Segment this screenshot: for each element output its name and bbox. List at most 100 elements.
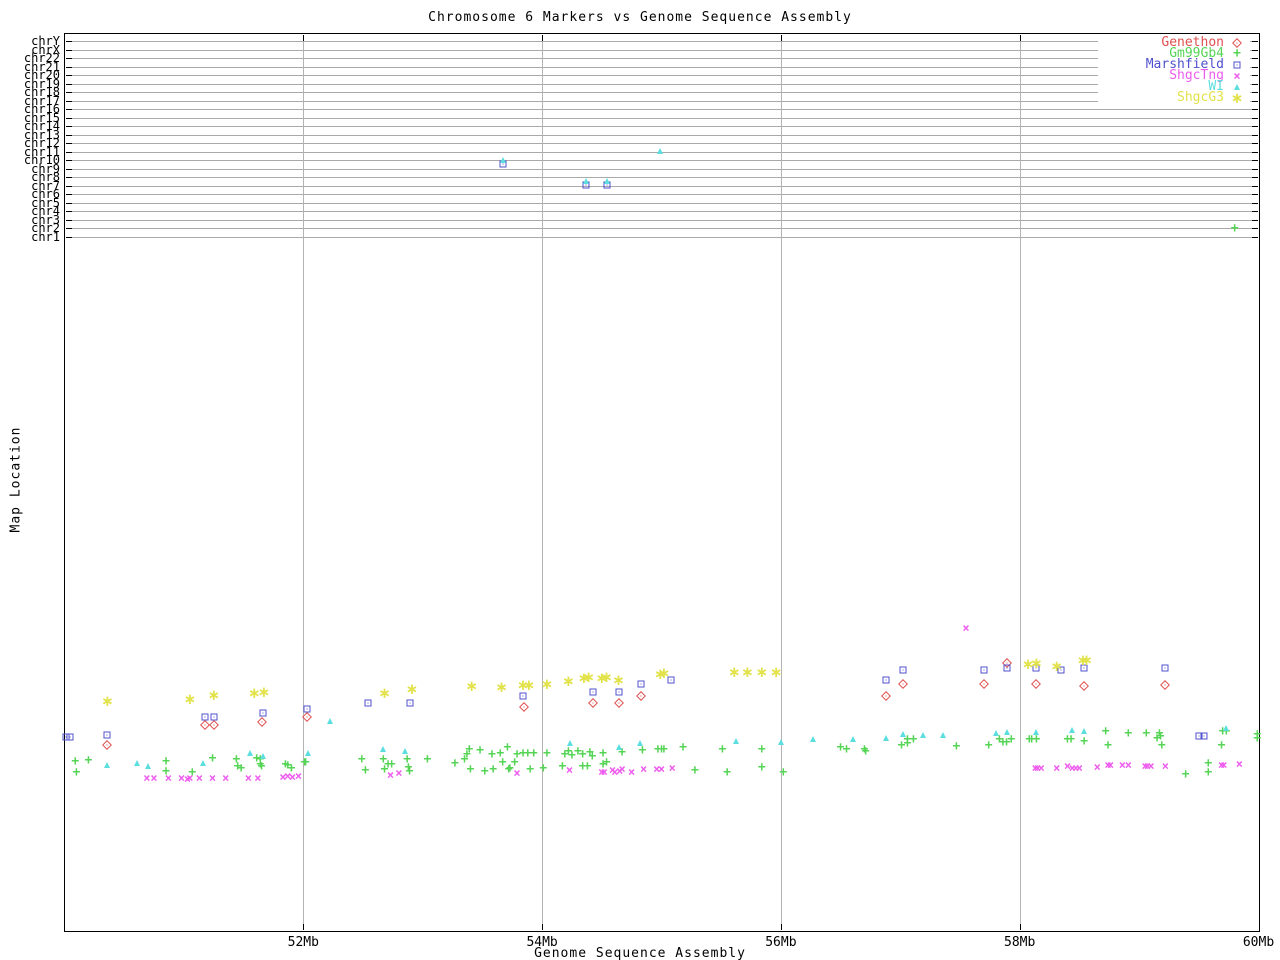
data-point-shgcg3: ∗ — [1080, 651, 1093, 669]
data-point-gm99gb4: + — [1157, 738, 1166, 753]
data-point-marshfield — [882, 676, 890, 684]
y-tick-left — [65, 194, 72, 196]
y-tick-left — [65, 75, 72, 77]
y-tick-right — [1251, 194, 1258, 196]
data-point-gm99gb4: + — [405, 764, 414, 779]
data-point-shgcg3: ∗ — [378, 684, 391, 702]
y-tick-left — [65, 168, 72, 170]
x-tick-label: 52Mb — [287, 935, 319, 950]
y-tick-right — [1251, 109, 1258, 111]
y-tick-right — [1251, 237, 1258, 238]
data-point-gm99gb4: + — [476, 743, 484, 758]
y-tick-left — [65, 177, 72, 179]
data-point-shgcg3: ∗ — [582, 668, 595, 686]
data-point-gm99gb4: + — [208, 751, 217, 766]
data-point-shgctng: × — [1220, 758, 1228, 772]
data-point-wi — [134, 760, 141, 766]
data-point-gm99gb4: + — [488, 747, 496, 762]
vertical-gridline — [780, 34, 782, 930]
data-point-shgctng: × — [195, 771, 204, 785]
chart-title: Chromosome 6 Markers vs Genome Sequence … — [428, 10, 852, 25]
y-tick-right — [1251, 58, 1258, 60]
data-point-wi — [810, 736, 817, 742]
data-point-shgcg3: ∗ — [1050, 657, 1063, 675]
data-point-shgcg3: ∗ — [728, 663, 741, 681]
data-point-marshfield — [1003, 664, 1011, 672]
data-point-marshfield — [259, 709, 267, 717]
data-point-gm99gb4: + — [691, 763, 699, 778]
horizontal-gridline — [65, 58, 1258, 60]
data-point-marshfield — [210, 713, 218, 721]
data-point-gm99gb4: + — [779, 765, 788, 780]
data-point-marshfield — [406, 699, 414, 707]
y-tick-right — [1251, 228, 1258, 230]
horizontal-gridline — [65, 168, 1258, 170]
data-point-wi — [259, 753, 266, 759]
y-tick-left — [65, 126, 72, 128]
data-point-gm99gb4: + — [1080, 734, 1089, 749]
data-point-marshfield — [637, 680, 645, 688]
horizontal-gridline — [65, 177, 1258, 179]
data-point-wi — [849, 736, 856, 742]
data-point-marshfield — [66, 733, 74, 741]
data-point-shgcg3: ∗ — [522, 676, 536, 694]
data-point-shgctng: × — [222, 771, 230, 785]
square-icon — [1233, 61, 1241, 68]
x-tick-top — [303, 34, 305, 41]
y-tick-left — [65, 151, 72, 153]
x-tick-bottom — [542, 923, 544, 930]
data-point-gm99gb4: + — [679, 740, 687, 755]
data-point-gm99gb4: + — [72, 765, 81, 780]
y-tick-right — [1251, 185, 1258, 187]
data-point-gm99gb4: + — [1181, 767, 1190, 782]
data-point-shgcg3: ∗ — [495, 678, 508, 696]
data-point-wi — [992, 730, 999, 736]
data-point-wi — [326, 718, 333, 724]
data-point-marshfield — [980, 666, 988, 674]
legend-marker: ∗ — [1224, 90, 1250, 105]
data-point-gm99gb4: + — [842, 742, 851, 757]
x-tick-top — [780, 34, 782, 41]
data-point-gm99gb4: + — [588, 749, 597, 764]
data-point-wi — [940, 732, 947, 738]
data-point-wi — [583, 178, 590, 184]
data-point-wi — [603, 178, 610, 184]
x-tick-bottom — [780, 923, 782, 930]
data-point-gm99gb4: + — [503, 740, 512, 755]
data-point-shgctng: × — [294, 769, 303, 783]
legend: Genethon Gm99Gb4 + Marshfield ShgcTng × WI Shgc… — [1098, 36, 1250, 105]
data-point-gm99gb4: + — [465, 742, 474, 757]
horizontal-gridline — [65, 100, 1258, 102]
y-tick-right — [1251, 202, 1258, 204]
data-point-wi — [499, 157, 506, 163]
horizontal-gridline — [65, 194, 1258, 196]
data-point-gm99gb4: + — [84, 753, 93, 768]
data-point-shgctng: × — [1147, 759, 1155, 773]
data-point-shgctng: × — [208, 771, 217, 785]
data-point-gm99gb4: + — [539, 761, 548, 776]
data-point-shgcg3: ∗ — [562, 672, 575, 690]
data-point-marshfield — [1200, 732, 1208, 740]
data-point-wi — [657, 148, 664, 154]
y-tick-left — [65, 160, 72, 162]
y-tick-left — [65, 143, 72, 145]
y-tick-left — [65, 109, 72, 111]
data-point-shgctng: × — [600, 765, 608, 779]
data-point-shgcg3: ∗ — [600, 668, 613, 686]
y-tick-left — [65, 58, 72, 60]
y-tick-left — [65, 219, 72, 221]
data-point-marshfield — [303, 705, 311, 713]
horizontal-gridline — [65, 126, 1258, 128]
data-point-wi — [305, 750, 312, 756]
data-point-gm99gb4: + — [301, 755, 310, 770]
data-point-shgctng: × — [1075, 761, 1084, 775]
data-point-shgcg3: ∗ — [405, 680, 419, 698]
data-point-wi — [246, 750, 253, 756]
data-point-gm99gb4: + — [909, 732, 918, 747]
data-point-shgctng: × — [1093, 760, 1101, 774]
data-point-gm99gb4: + — [1253, 731, 1262, 746]
x-tick-label: 58Mb — [1004, 935, 1036, 950]
y-tick-left — [65, 49, 72, 51]
data-point-gm99gb4: + — [480, 764, 489, 779]
y-tick-right — [1251, 66, 1258, 68]
